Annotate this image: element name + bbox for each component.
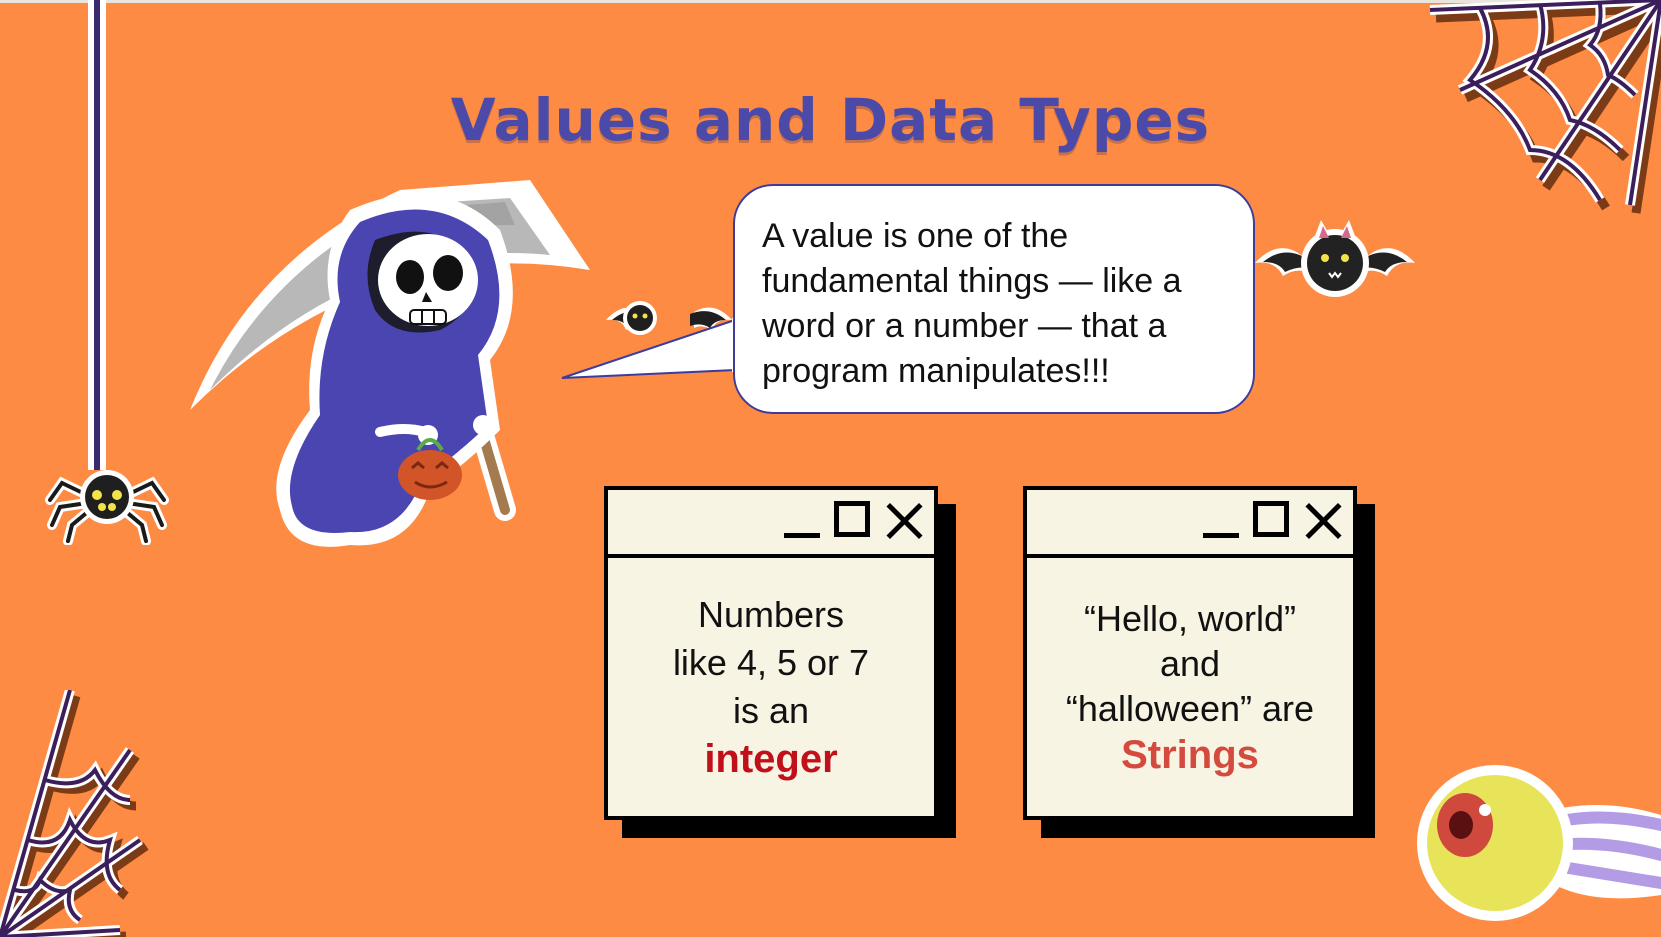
window-text-line: and — [1159, 642, 1221, 684]
window-frame: Numbers like 4, 5 or 7 is an integer — [604, 486, 938, 820]
spider-web-icon — [0, 690, 149, 937]
spider-thread-icon — [88, 0, 106, 470]
maximize-icon[interactable] — [1253, 501, 1289, 537]
speech-bubble-text: A value is one of the fundamental things… — [762, 217, 1182, 390]
slide: Values and Data Types A value is one of … — [0, 0, 1661, 937]
speech-bubble-tail — [561, 318, 740, 379]
window-text-line: like 4, 5 or 7 — [672, 642, 870, 683]
window-body: Numbers like 4, 5 or 7 is an integer — [608, 558, 934, 816]
close-icon[interactable] — [884, 500, 924, 540]
window-title-bar — [608, 490, 934, 558]
window-text-line: “Hello, world” — [1083, 597, 1297, 639]
integer-label: integer — [704, 737, 838, 781]
maximize-icon[interactable] — [834, 501, 870, 537]
minimize-icon[interactable] — [1203, 504, 1239, 540]
bat-icon — [1255, 220, 1415, 297]
window-title-bar — [1027, 490, 1353, 558]
eyeball-icon — [1417, 765, 1661, 921]
window-body: “Hello, world” and “halloween” are Strin… — [1027, 558, 1353, 816]
window-frame: “Hello, world” and “halloween” are Strin… — [1023, 486, 1357, 820]
grim-reaper-illustration — [190, 180, 590, 547]
spider-icon — [45, 470, 169, 545]
window-text-line: “halloween” are — [1065, 687, 1315, 729]
window-text-line: Numbers — [697, 594, 845, 635]
minimize-icon[interactable] — [784, 504, 820, 540]
strings-window: “Hello, world” and “halloween” are Strin… — [1023, 486, 1375, 838]
strings-label: Strings — [1121, 732, 1259, 777]
window-text-line: is an — [732, 690, 810, 731]
close-icon[interactable] — [1303, 500, 1343, 540]
top-divider — [0, 0, 1661, 3]
integer-window: Numbers like 4, 5 or 7 is an integer — [604, 486, 956, 838]
speech-bubble: A value is one of the fundamental things… — [733, 184, 1255, 414]
slide-title: Values and Data Types — [450, 86, 1211, 154]
